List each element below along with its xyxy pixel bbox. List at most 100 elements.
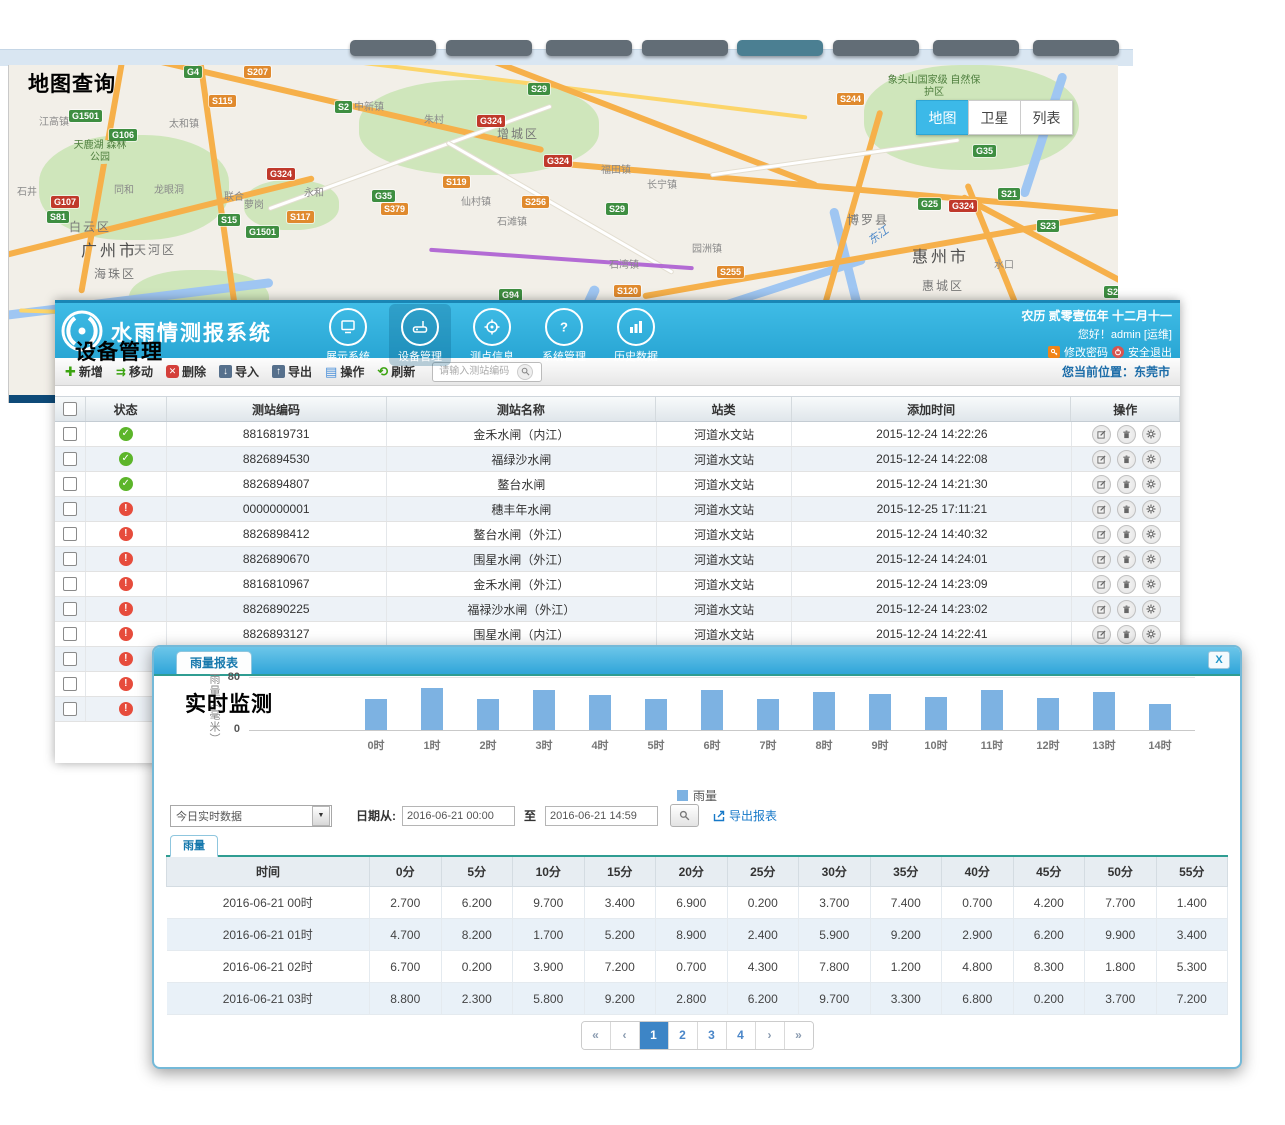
browser-tab-stub[interactable] xyxy=(833,40,919,56)
status-error-icon: ! xyxy=(119,627,133,641)
edit-icon[interactable] xyxy=(1092,475,1111,494)
trash-icon[interactable] xyxy=(1117,450,1136,469)
edit-icon[interactable] xyxy=(1092,625,1111,644)
nav-item-help[interactable]: ?系统管理 xyxy=(533,304,595,366)
change-password-link[interactable]: 修改密码 xyxy=(1064,344,1108,360)
row-checkbox[interactable] xyxy=(63,477,77,491)
trash-icon[interactable] xyxy=(1117,550,1136,569)
edit-icon[interactable] xyxy=(1092,575,1111,594)
row-checkbox[interactable] xyxy=(63,602,77,616)
overlay-realtime-label: 实时监测 xyxy=(185,688,273,718)
station-search-input[interactable] xyxy=(437,365,517,378)
gear-icon[interactable] xyxy=(1142,450,1161,469)
map-label-district: 增城区 xyxy=(497,125,539,142)
row-checkbox[interactable] xyxy=(63,702,77,716)
rain-value-cell: 3.900 xyxy=(513,951,585,983)
edit-icon[interactable] xyxy=(1092,500,1111,519)
gear-icon[interactable] xyxy=(1142,550,1161,569)
svg-text:?: ? xyxy=(560,320,568,335)
browser-tab-stub[interactable] xyxy=(350,40,436,56)
edit-icon[interactable] xyxy=(1092,550,1111,569)
gear-icon[interactable] xyxy=(1142,500,1161,519)
tab-rainfall-report[interactable]: 雨量报表 xyxy=(176,651,252,674)
gear-icon[interactable] xyxy=(1142,425,1161,444)
edit-icon[interactable] xyxy=(1092,425,1111,444)
gear-icon[interactable] xyxy=(1142,475,1161,494)
pagination-page[interactable]: 1 xyxy=(640,1022,669,1049)
map-type-button[interactable]: 列表 xyxy=(1020,100,1073,135)
map-type-button[interactable]: 卫星 xyxy=(968,100,1021,135)
row-checkbox[interactable] xyxy=(63,677,77,691)
road-badge: S2 xyxy=(335,101,352,113)
data-type-select[interactable]: 今日实时数据 ▼ xyxy=(170,805,332,827)
logout-link[interactable]: 安全退出 xyxy=(1128,344,1172,360)
row-checkbox[interactable] xyxy=(63,502,77,516)
date-to-input[interactable] xyxy=(545,806,658,826)
row-checkbox[interactable] xyxy=(63,452,77,466)
map-label-town: 萝岗 xyxy=(244,196,264,211)
pagination-page[interactable]: 4 xyxy=(727,1022,756,1049)
rain-value-cell: 3.400 xyxy=(1156,919,1228,951)
trash-icon[interactable] xyxy=(1117,625,1136,644)
trash-icon[interactable] xyxy=(1117,500,1136,519)
select-all-checkbox[interactable] xyxy=(63,402,77,416)
added-time-cell: 2015-12-24 14:40:32 xyxy=(792,522,1072,546)
rain-value-cell: 5.900 xyxy=(799,919,871,951)
chart-bar xyxy=(533,690,555,730)
browser-tab-stub[interactable] xyxy=(446,40,532,56)
browser-tab-stub[interactable] xyxy=(933,40,1019,56)
export-report-link[interactable]: 导出报表 xyxy=(713,807,777,824)
legend-label: 雨量 xyxy=(693,789,717,803)
query-button[interactable] xyxy=(670,804,699,827)
row-select-cell xyxy=(55,422,86,446)
pagination-page[interactable]: 3 xyxy=(698,1022,727,1049)
toolbar-button-imp[interactable]: ↓导入 xyxy=(219,363,259,380)
edit-icon[interactable] xyxy=(1092,525,1111,544)
row-checkbox[interactable] xyxy=(63,552,77,566)
row-checkbox[interactable] xyxy=(63,627,77,641)
trash-icon[interactable] xyxy=(1117,475,1136,494)
edit-icon[interactable] xyxy=(1092,600,1111,619)
chart-bar xyxy=(981,690,1003,730)
rain-minute-header: 50分 xyxy=(1085,857,1157,887)
tab-rain[interactable]: 雨量 xyxy=(170,835,218,857)
pagination-arrow[interactable]: › xyxy=(756,1022,785,1049)
browser-tab-stub[interactable] xyxy=(546,40,632,56)
gear-icon[interactable] xyxy=(1142,575,1161,594)
trash-icon[interactable] xyxy=(1117,425,1136,444)
trash-icon[interactable] xyxy=(1117,575,1136,594)
date-from-input[interactable] xyxy=(402,806,515,826)
pagination-page[interactable]: 2 xyxy=(669,1022,698,1049)
row-checkbox[interactable] xyxy=(63,652,77,666)
nav-item-monitor[interactable]: 展示系统 xyxy=(317,304,379,366)
edit-icon[interactable] xyxy=(1092,450,1111,469)
row-checkbox[interactable] xyxy=(63,427,77,441)
close-icon[interactable]: X xyxy=(1208,651,1230,669)
nav-item-target[interactable]: 测点信息 xyxy=(461,304,523,366)
chart-baseline xyxy=(249,730,1195,731)
pagination-arrow[interactable]: ‹ xyxy=(611,1022,640,1049)
pagination-arrow[interactable]: » xyxy=(785,1022,813,1049)
trash-icon[interactable] xyxy=(1117,525,1136,544)
chart-legend: 雨量 xyxy=(154,787,1240,804)
row-select-cell xyxy=(55,697,86,721)
page: { "overlays": { "map": "地图查询", "device":… xyxy=(0,0,1285,1125)
row-checkbox[interactable] xyxy=(63,577,77,591)
row-checkbox[interactable] xyxy=(63,527,77,541)
chart-bar xyxy=(477,699,499,730)
nav-item-chart[interactable]: 历史数据 xyxy=(605,304,667,366)
toolbar-button-del[interactable]: ✕删除 xyxy=(166,363,206,380)
gear-icon[interactable] xyxy=(1142,625,1161,644)
map-type-button[interactable]: 地图 xyxy=(916,100,969,135)
trash-icon[interactable] xyxy=(1117,600,1136,619)
browser-tab-stub[interactable] xyxy=(1033,40,1119,56)
toolbar-button-exp[interactable]: ↑导出 xyxy=(272,363,312,380)
browser-tab-stub[interactable] xyxy=(642,40,728,56)
rain-table-row: 2016-06-21 00时2.7006.2009.7003.4006.9000… xyxy=(167,887,1228,919)
pagination-arrow[interactable]: « xyxy=(582,1022,611,1049)
gear-icon[interactable] xyxy=(1142,600,1161,619)
browser-tab-stub[interactable] xyxy=(737,40,823,56)
gear-icon[interactable] xyxy=(1142,525,1161,544)
nav-item-device[interactable]: 设备管理 xyxy=(389,304,451,366)
road-badge: G1501 xyxy=(246,226,279,238)
